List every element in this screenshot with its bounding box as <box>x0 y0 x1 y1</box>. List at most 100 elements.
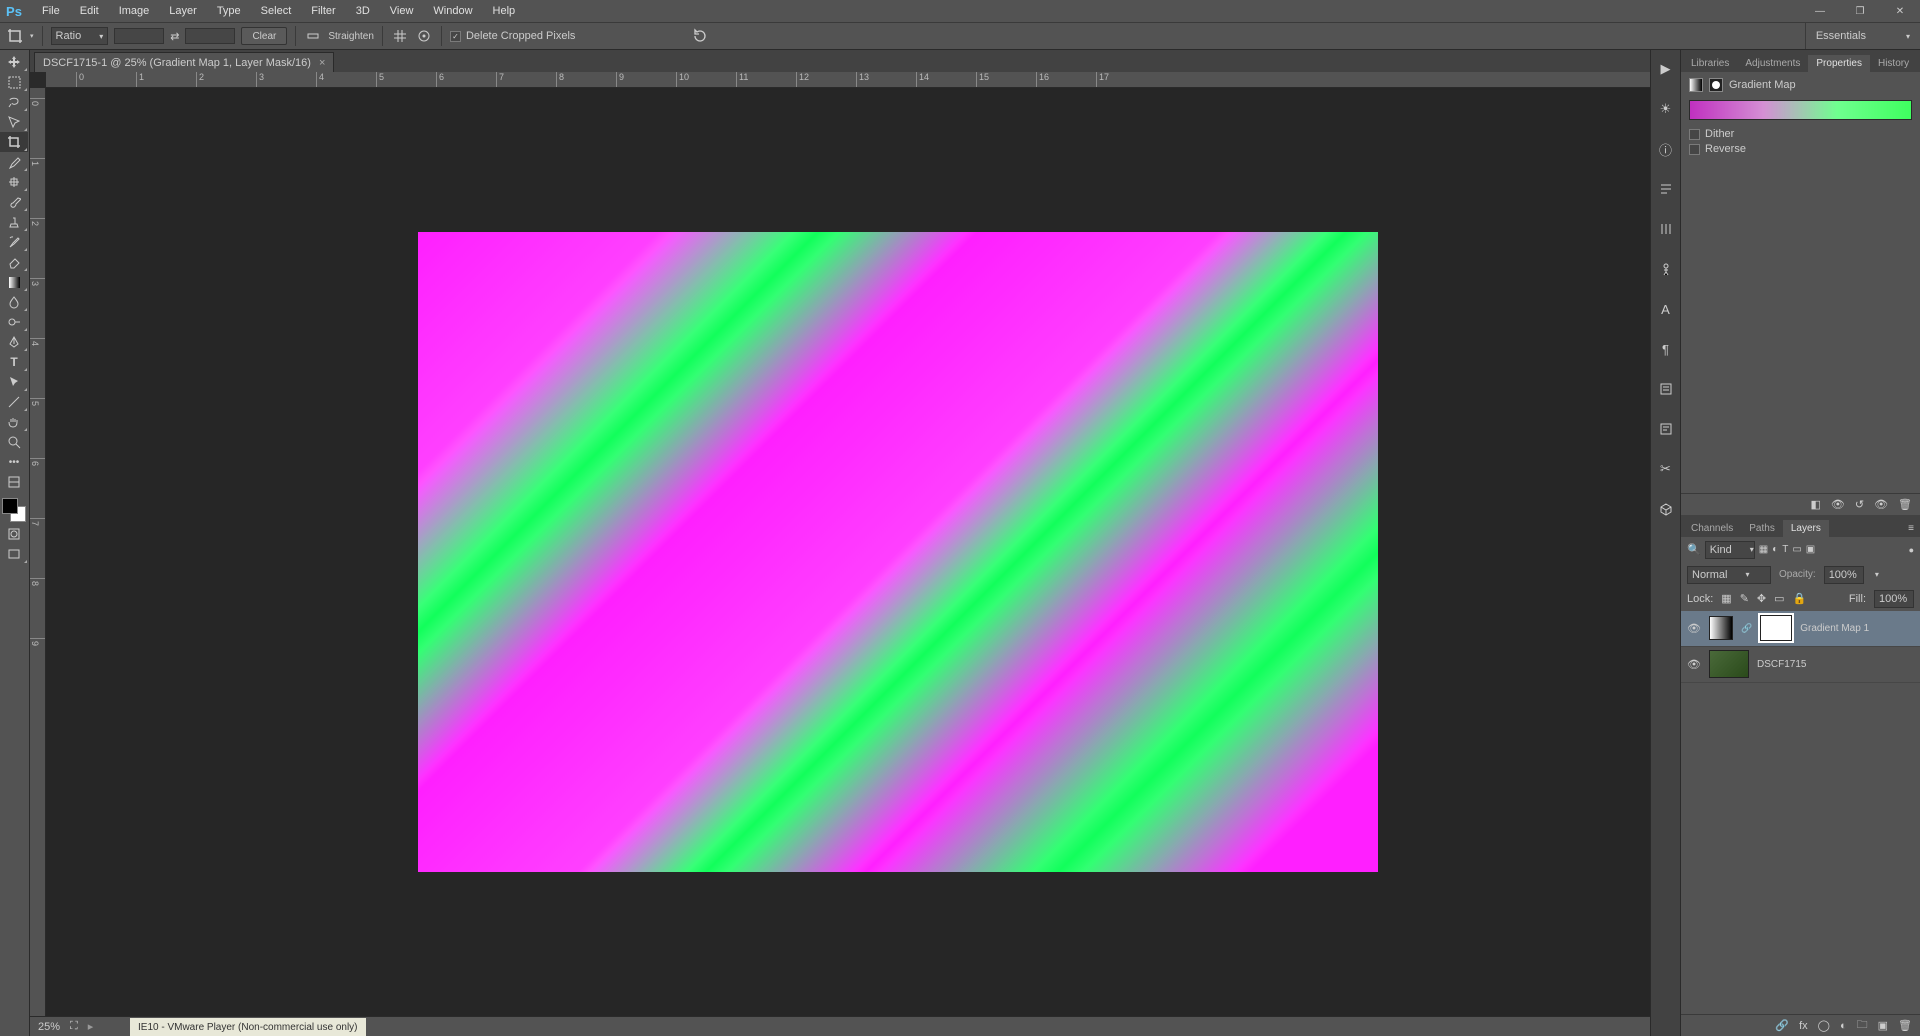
menu-select[interactable]: Select <box>251 2 302 20</box>
search-icon[interactable]: 🔍 <box>1687 543 1701 556</box>
adjustment-layer-icon[interactable]: ◐ <box>1840 1020 1847 1032</box>
brush-tool[interactable] <box>0 192 28 212</box>
notes-icon[interactable] <box>1657 380 1675 398</box>
swap-icon[interactable]: ⇄ <box>170 30 179 43</box>
ratio-width-input[interactable] <box>114 28 164 44</box>
edit-toolbar[interactable] <box>0 472 28 492</box>
delete-adjustment-icon[interactable]: 🗑 <box>1898 498 1912 511</box>
crop-tool-icon[interactable] <box>6 27 24 45</box>
zoom-level[interactable]: 25% <box>38 1021 60 1033</box>
close-tab-icon[interactable]: × <box>319 57 325 69</box>
layer-row[interactable]: 👁 🔗 Gradient Map 1 <box>1681 611 1920 647</box>
delete-layer-icon[interactable]: 🗑 <box>1898 1019 1912 1032</box>
tab-layers[interactable]: Layers <box>1783 520 1829 537</box>
blend-mode-dropdown[interactable]: Normal▾ <box>1687 566 1771 584</box>
distribute-icon[interactable] <box>1657 220 1675 238</box>
play-icon[interactable]: ▶ <box>1657 60 1675 78</box>
lock-artboard-icon[interactable]: ▭ <box>1774 592 1784 605</box>
lasso-tool[interactable] <box>0 92 28 112</box>
filter-type-icon[interactable]: T <box>1782 544 1788 555</box>
tab-libraries[interactable]: Libraries <box>1683 55 1737 72</box>
menu-3d[interactable]: 3D <box>346 2 380 20</box>
gradient-tool[interactable] <box>0 272 28 292</box>
layer-mask-icon[interactable]: ◯ <box>1818 1019 1830 1032</box>
lock-position-icon[interactable]: ✥ <box>1757 592 1766 605</box>
visibility-toggle[interactable]: 👁 <box>1687 622 1701 635</box>
link-layers-icon[interactable]: 🔗 <box>1775 1019 1789 1032</box>
brightness-icon[interactable]: ☀ <box>1657 100 1675 118</box>
reset-adjustment-icon[interactable]: ↺ <box>1855 498 1864 511</box>
tab-history[interactable]: History <box>1870 55 1917 72</box>
expand-icon[interactable]: ⛶ <box>70 1020 78 1033</box>
menu-help[interactable]: Help <box>483 2 526 20</box>
lock-transparent-icon[interactable]: ▦ <box>1721 592 1731 605</box>
reset-icon[interactable] <box>691 27 709 45</box>
ratio-height-input[interactable] <box>185 28 235 44</box>
toggle-visibility-icon[interactable]: 👁 <box>1874 498 1888 511</box>
character-icon[interactable]: A <box>1657 300 1675 318</box>
dither-checkbox[interactable]: Dither <box>1689 128 1912 140</box>
quick-mask-toggle[interactable] <box>0 524 28 544</box>
window-close[interactable]: ✕ <box>1880 0 1920 22</box>
tab-paths[interactable]: Paths <box>1741 520 1783 537</box>
path-select-tool[interactable] <box>0 372 28 392</box>
shape-tool[interactable] <box>0 392 28 412</box>
visibility-toggle[interactable]: 👁 <box>1687 658 1701 671</box>
lock-all-icon[interactable]: 🔒 <box>1793 592 1807 605</box>
straighten-icon[interactable] <box>304 27 322 45</box>
window-minimize[interactable]: — <box>1800 0 1840 22</box>
ruler-vertical[interactable]: 0123456789 <box>30 88 46 1016</box>
screen-mode-toggle[interactable] <box>0 544 28 564</box>
filter-toggle[interactable]: ● <box>1909 545 1914 555</box>
delete-cropped-checkbox[interactable]: ✓Delete Cropped Pixels <box>450 30 575 42</box>
paragraph-icon[interactable]: ¶ <box>1657 340 1675 358</box>
clone-stamp-tool[interactable] <box>0 212 28 232</box>
menu-filter[interactable]: Filter <box>301 2 345 20</box>
mask-icon[interactable] <box>1709 78 1723 92</box>
document-image[interactable] <box>418 232 1378 872</box>
blur-tool[interactable] <box>0 292 28 312</box>
menu-image[interactable]: Image <box>109 2 160 20</box>
panel-menu-icon[interactable]: ≡ <box>1902 520 1920 537</box>
ruler-horizontal[interactable]: 01234567891011121314151617 <box>46 72 1650 88</box>
scissors-icon[interactable]: ✂ <box>1657 460 1675 478</box>
straighten-label[interactable]: Straighten <box>328 31 374 42</box>
menu-view[interactable]: View <box>380 2 424 20</box>
workspace-switcher[interactable]: Essentials▾ <box>1805 23 1920 49</box>
group-icon[interactable]: 🗀 <box>1857 1016 1868 1035</box>
filter-kind-dropdown[interactable]: Kind▾ <box>1705 541 1755 559</box>
zoom-tool[interactable] <box>0 432 28 452</box>
menu-layer[interactable]: Layer <box>159 2 207 20</box>
overlay-grid-icon[interactable] <box>391 27 409 45</box>
more-tools[interactable]: ••• <box>0 452 28 472</box>
eraser-tool[interactable] <box>0 252 28 272</box>
pen-tool[interactable] <box>0 332 28 352</box>
marquee-tool[interactable] <box>0 72 28 92</box>
quick-select-tool[interactable] <box>0 112 28 132</box>
lock-paint-icon[interactable]: ✎ <box>1740 592 1749 605</box>
fill-input[interactable]: 100%▾ <box>1874 590 1914 608</box>
spot-heal-tool[interactable] <box>0 172 28 192</box>
menu-edit[interactable]: Edit <box>70 2 109 20</box>
layer-row[interactable]: 👁 DSCF1715 <box>1681 647 1920 683</box>
opacity-input[interactable]: 100%▾ <box>1824 566 1864 584</box>
history-brush-tool[interactable] <box>0 232 28 252</box>
type-tool[interactable]: T <box>0 352 28 372</box>
layer-thumbnail[interactable] <box>1709 616 1733 640</box>
filter-pixel-icon[interactable]: ▦ <box>1759 544 1768 555</box>
tab-properties[interactable]: Properties <box>1808 55 1870 72</box>
view-previous-icon[interactable]: 👁 <box>1831 498 1845 511</box>
crop-tool[interactable] <box>0 132 28 152</box>
color-swatches[interactable] <box>0 496 28 524</box>
pose-icon[interactable] <box>1657 260 1675 278</box>
crop-options-icon[interactable] <box>415 27 433 45</box>
clip-icon[interactable]: ◧ <box>1810 498 1820 511</box>
align-icon[interactable] <box>1657 180 1675 198</box>
info-icon[interactable]: ⓘ <box>1657 140 1675 158</box>
ratio-dropdown[interactable]: Ratio▾ <box>51 27 109 45</box>
layer-name[interactable]: Gradient Map 1 <box>1800 623 1869 634</box>
dodge-tool[interactable] <box>0 312 28 332</box>
cube-icon[interactable] <box>1657 500 1675 518</box>
clear-button[interactable]: Clear <box>241 27 287 45</box>
reverse-checkbox[interactable]: Reverse <box>1689 143 1912 155</box>
